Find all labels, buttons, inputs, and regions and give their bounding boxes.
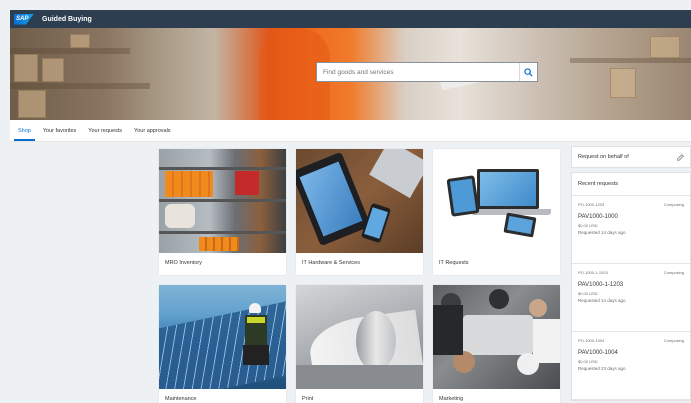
request-date: Requested 14 days ago [578,298,626,303]
recent-requests-panel: Recent requests PO-1000-1203 Composing P… [571,172,691,401]
tile-label: Print [302,396,314,402]
request-status: Composing [663,338,684,343]
request-card[interactable]: PO-1000-1-1203 Composing PAV1000-1-1203 … [572,264,690,332]
tab-approvals[interactable]: Your approvals [128,128,177,141]
sap-logo[interactable]: SAP [14,13,34,25]
it-requests-image [433,149,560,253]
tile-label: IT Hardware & Services [302,260,360,266]
request-on-behalf-label: Request on behalf of [578,154,629,160]
print-image [296,285,423,389]
top-bar: SAP Guided Buying [10,10,691,28]
tile-label: Marketing [439,396,464,402]
request-code: PO-1000-1-1203 [578,270,608,275]
search-button[interactable] [519,63,537,81]
request-on-behalf-bar[interactable]: Request on behalf of [571,146,691,168]
tab-favorites[interactable]: Your favorites [37,128,82,141]
tile-marketing[interactable]: Marketing [433,285,560,403]
tab-shop[interactable]: Shop [12,128,37,141]
marketing-image [433,285,560,389]
search-box [316,62,538,82]
app-shell: SAP Guided Buying Shop Your favorites Yo… [10,10,691,403]
maintenance-image [159,285,286,389]
search-icon [524,67,533,77]
request-card[interactable]: PO-1000-1203 Composing PAV1000-1000 $0.0… [572,196,690,264]
request-date: Requested 14 days ago [578,230,626,235]
request-amount: $0.00 USD [578,359,598,364]
requests-sidebar: Request on behalf of Recent requests PO-… [571,146,691,401]
request-status: Composing [663,270,684,275]
tile-maintenance[interactable]: Maintenance [159,285,286,403]
tab-bar: Shop Your favorites Your requests Your a… [10,120,691,142]
tile-label: MRO Inventory [165,260,202,266]
tab-requests[interactable]: Your requests [82,128,128,141]
request-code: PO-1000-1203 [578,202,605,207]
mro-inventory-image [159,149,286,253]
hero-banner [10,28,691,120]
recent-requests-title: Recent requests [572,173,690,196]
it-hardware-image [296,149,423,253]
tile-label: IT Requests [439,260,469,266]
search-input[interactable] [317,68,519,76]
request-card[interactable]: PO-1000-1004 Composing PAV1000-1004 $0.0… [572,332,690,400]
request-id[interactable]: PAV1000-1-1203 [578,282,684,288]
request-date: Requested 23 days ago [578,366,626,371]
app-title: Guided Buying [42,15,92,23]
tile-it-hardware[interactable]: IT Hardware & Services [296,149,423,275]
tile-label: Maintenance [165,396,197,402]
request-code: PO-1000-1004 [578,338,605,343]
request-amount: $0.00 USD [578,291,598,296]
tile-it-requests[interactable]: IT Requests [433,149,560,275]
request-id[interactable]: PAV1000-1004 [578,350,684,356]
edit-icon[interactable] [677,153,684,161]
request-amount: $0.00 USD [578,223,598,228]
request-id[interactable]: PAV1000-1000 [578,214,684,220]
tile-mro-inventory[interactable]: MRO Inventory [159,149,286,275]
tile-print[interactable]: Print [296,285,423,403]
request-status: Composing [663,202,684,207]
